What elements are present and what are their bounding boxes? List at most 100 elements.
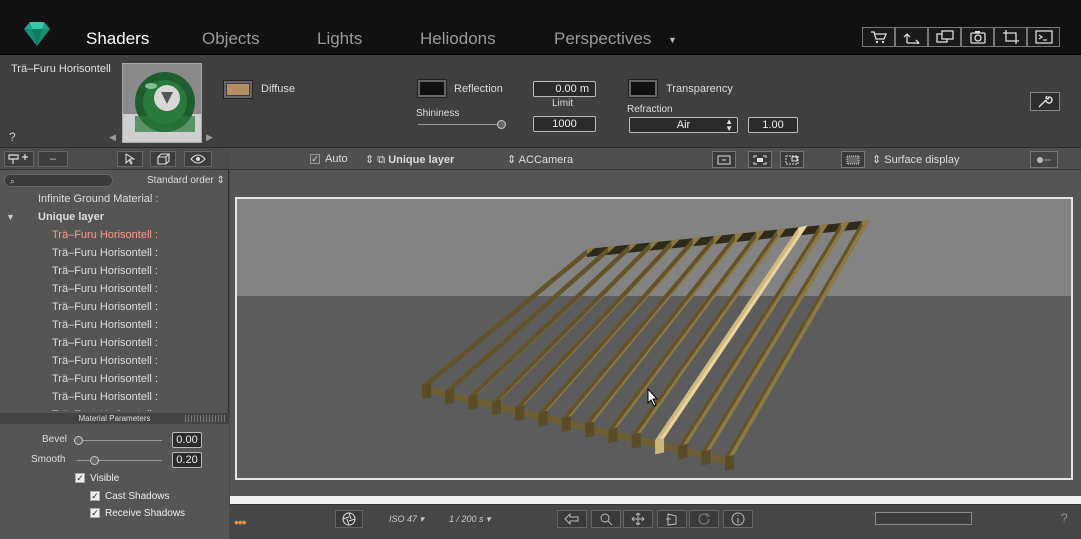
select-arrow-icon[interactable] xyxy=(117,151,143,167)
smooth-value-field[interactable]: 0.20 xyxy=(172,452,202,468)
tree-item-material[interactable]: Trä–Furu Horisontell : xyxy=(52,301,158,313)
display-mode-icon[interactable] xyxy=(841,151,865,168)
layer-select-value: Unique layer xyxy=(388,154,455,166)
reflection-swatch[interactable] xyxy=(417,79,447,98)
tree-item-material[interactable]: Trä–Furu Horisontell : xyxy=(52,265,158,277)
tab-heliodons[interactable]: Heliodons xyxy=(420,29,496,49)
tree-item-material[interactable]: Trä–Furu Horisontell : xyxy=(52,391,158,403)
camera-icon[interactable] xyxy=(961,27,994,47)
info-icon[interactable] xyxy=(723,510,753,528)
more-dots-icon[interactable]: ••• xyxy=(234,514,247,530)
scene-render[interactable] xyxy=(237,199,1071,478)
search-input[interactable]: ⌕ xyxy=(4,174,113,187)
order-select[interactable]: Standard order ⇕ xyxy=(147,175,225,186)
remove-button[interactable]: – xyxy=(38,151,68,167)
bevel-value-field[interactable]: 0.00 xyxy=(172,432,202,448)
diffuse-label: Diffuse xyxy=(261,83,296,95)
shininess-slider-track[interactable] xyxy=(418,124,502,125)
app-window: Shaders Objects Lights Heliodons Perspec… xyxy=(0,0,1081,539)
order-label: Standard order xyxy=(147,175,214,186)
tab-lights[interactable]: Lights xyxy=(317,29,362,49)
iso-select[interactable]: ISO 47 ▾ xyxy=(389,514,424,525)
tree-item-material[interactable]: Trä–Furu Horisontell : xyxy=(52,283,158,295)
layer-select[interactable]: ⇕ ⧉ Unique layer xyxy=(365,153,454,167)
cart-icon[interactable] xyxy=(862,27,895,47)
shutter-value: 1 / 200 s xyxy=(449,514,484,524)
tree-item-layer[interactable]: Unique layer xyxy=(38,211,104,223)
visible-checkbox[interactable]: ✓ xyxy=(75,473,85,483)
tree-item-material[interactable]: Trä–Furu Horisontell : xyxy=(52,247,158,259)
refraction-medium-value: Air xyxy=(676,119,691,131)
tree-item-material[interactable]: Trä–Furu Horisontell : xyxy=(52,355,158,367)
light-toggle-icon[interactable] xyxy=(1030,151,1058,168)
add-material-button[interactable] xyxy=(4,151,34,167)
tab-shaders[interactable]: Shaders xyxy=(86,29,149,49)
tab-perspectives[interactable]: Perspectives xyxy=(554,29,651,49)
transparency-label: Transparency xyxy=(666,83,733,95)
tree-item-material[interactable]: Trä–Furu Horisontell : xyxy=(52,409,158,411)
auto-checkbox[interactable]: ✓ xyxy=(310,154,320,164)
undo-icon[interactable] xyxy=(557,510,587,528)
resize-grip[interactable] xyxy=(185,415,225,422)
shininess-label: Shininess xyxy=(416,108,460,119)
eye-icon[interactable] xyxy=(184,151,212,167)
shininess-slider-knob[interactable] xyxy=(497,120,506,129)
transparency-swatch[interactable] xyxy=(628,79,658,98)
refraction-medium-select[interactable]: Air ▲ ▼ xyxy=(629,117,738,133)
bevel-label: Bevel xyxy=(42,434,68,445)
status-help-button[interactable]: ? xyxy=(1061,511,1068,525)
reflection-value-field[interactable]: 0.00 m xyxy=(533,81,596,97)
console-icon[interactable] xyxy=(1027,27,1060,47)
crop-icon[interactable] xyxy=(994,27,1027,47)
tree-item-ground[interactable]: Infinite Ground Material : xyxy=(38,193,158,205)
surface-display-select[interactable]: ⇕ Surface display xyxy=(872,153,960,166)
cast-shadows-checkbox[interactable]: ✓ xyxy=(90,491,100,501)
tab-objects[interactable]: Objects xyxy=(202,29,260,49)
render-viewport[interactable] xyxy=(235,197,1073,480)
layers-icon: ⧉ xyxy=(377,154,386,166)
limit-label: Limit xyxy=(552,98,574,109)
material-preview[interactable] xyxy=(122,63,202,143)
smooth-label: Smooth xyxy=(31,454,66,465)
previous-material-icon[interactable]: ◀ xyxy=(109,132,116,143)
region-view-icon[interactable] xyxy=(780,151,804,168)
shutter-select[interactable]: 1 / 200 s ▾ xyxy=(449,514,491,525)
camera-select-value: ACCamera xyxy=(518,154,574,166)
pan-icon[interactable] xyxy=(623,510,653,528)
refraction-value-field[interactable]: 1.00 xyxy=(748,117,798,133)
next-material-icon[interactable]: ▶ xyxy=(206,132,213,143)
zoom-icon[interactable] xyxy=(591,510,621,528)
surface-display-value: Surface display xyxy=(884,154,960,166)
bevel-slider-knob[interactable] xyxy=(74,436,83,445)
windows-icon[interactable] xyxy=(928,27,961,47)
rotate-icon[interactable] xyxy=(689,510,719,528)
export-icon[interactable] xyxy=(895,27,928,47)
camera-select[interactable]: ⇕ ACCamera xyxy=(507,153,573,166)
collapse-triangle-icon[interactable]: ▼ xyxy=(6,212,15,222)
cast-shadows-label: Cast Shadows xyxy=(105,491,170,502)
tree-item-material[interactable]: Trä–Furu Horisontell : xyxy=(52,319,158,331)
reflection-label: Reflection xyxy=(454,83,503,95)
cube-icon[interactable] xyxy=(150,151,176,167)
tree-item-material[interactable]: Trä–Furu Horisontell : xyxy=(52,337,158,349)
walk-icon[interactable] xyxy=(657,510,687,528)
tree-item-material[interactable]: Trä–Furu Horisontell : xyxy=(52,373,158,385)
tree-item-material[interactable]: Trä–Furu Horisontell : xyxy=(52,229,158,241)
limit-value-field[interactable]: 1000 xyxy=(533,116,596,132)
top-bar: Shaders Objects Lights Heliodons Perspec… xyxy=(0,0,1081,55)
material-name: Trä–Furu Horisontell xyxy=(11,63,111,75)
fit-view-icon[interactable] xyxy=(748,151,772,168)
wrench-icon[interactable] xyxy=(1030,92,1060,111)
timeline-scrollbar[interactable] xyxy=(875,512,972,525)
receive-shadows-label: Receive Shadows xyxy=(105,508,186,519)
frame-view-icon[interactable] xyxy=(712,151,736,168)
viewport-bottom-strip xyxy=(230,496,1081,504)
aperture-icon[interactable] xyxy=(335,510,363,528)
help-button[interactable]: ? xyxy=(9,130,16,144)
receive-shadows-checkbox[interactable]: ✓ xyxy=(90,508,100,518)
bevel-slider-track[interactable] xyxy=(77,440,162,441)
tool-icon-group xyxy=(862,27,1060,47)
diffuse-swatch[interactable] xyxy=(223,80,253,99)
perspectives-dropdown-icon[interactable]: ▼ xyxy=(668,35,677,45)
smooth-slider-knob[interactable] xyxy=(90,456,99,465)
